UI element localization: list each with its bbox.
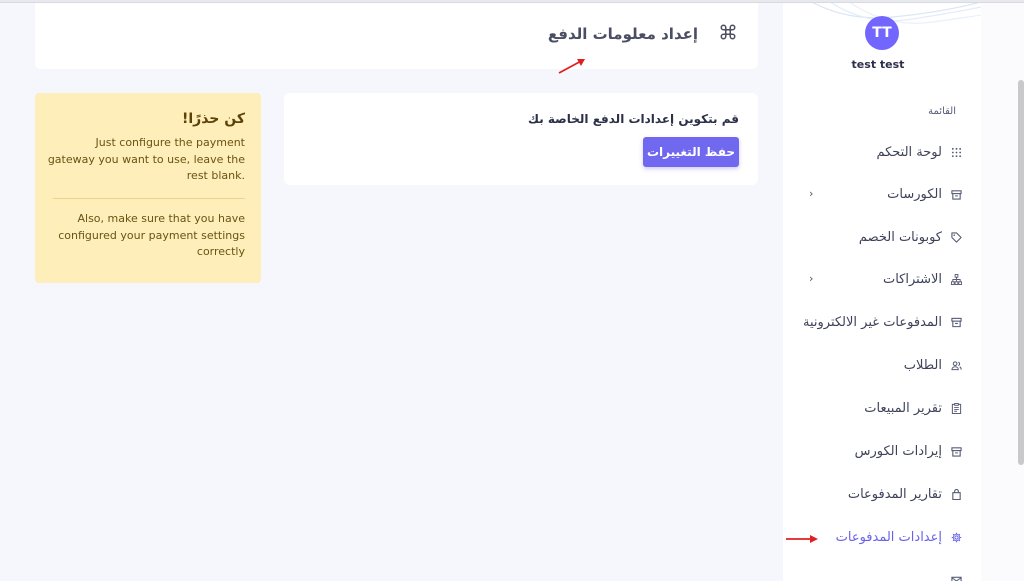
archive-icon: [950, 316, 962, 328]
gear-icon: [950, 531, 962, 543]
sidebar-item-label: إيرادات الكورس: [854, 443, 942, 459]
tag-icon: [950, 231, 962, 243]
sidebar-item-course-revenue[interactable]: إيرادات الكورس: [783, 436, 981, 466]
user-name: test test: [851, 58, 905, 71]
warning-text-1: Just configure the payment gateway you w…: [47, 136, 245, 182]
warning-card: كن حذرًا! Just configure the payment gat…: [35, 93, 261, 283]
sidebar-item-messages-partial[interactable]: [783, 565, 981, 581]
mail-icon: [950, 574, 962, 581]
menu-header: القائمة: [928, 106, 956, 117]
warning-text-2: Also, make sure that you have configured…: [58, 212, 245, 258]
sidebar-item-label: كوبونات الخصم: [858, 229, 942, 245]
clipboard-icon: [950, 402, 962, 414]
sidebar-item-offline-payments[interactable]: المدفوعات غير الالكترونية: [783, 307, 981, 337]
scrollbar-thumb[interactable]: [1018, 80, 1024, 465]
command-icon: [720, 24, 736, 40]
sidebar-item-label: الاشتراكات: [882, 271, 942, 287]
sidebar-item-subscriptions[interactable]: › الاشتراكات: [783, 264, 981, 294]
sidebar-item-label: الكورسات: [887, 186, 942, 202]
sidebar-item-dashboard[interactable]: لوحة التحكم: [783, 137, 981, 167]
users-icon: [950, 359, 962, 371]
sidebar-item-label: المدفوعات غير الالكترونية: [802, 314, 942, 330]
sidebar-item-sales-report[interactable]: تقرير المبيعات: [783, 393, 981, 423]
page-header-card: إعداد معلومات الدفع: [35, 3, 758, 69]
avatar[interactable]: TT: [865, 16, 899, 50]
sidebar: TT test test القائمة لوحة التحكم › الكور…: [783, 3, 981, 581]
save-changes-button[interactable]: حفظ التغييرات: [643, 137, 739, 167]
sidebar-item-coupons[interactable]: كوبونات الخصم: [783, 222, 981, 252]
sidebar-item-label: تقارير المدفوعات: [847, 486, 942, 502]
sidebar-item-payment-reports[interactable]: تقارير المدفوعات: [783, 479, 981, 509]
grid-icon: [950, 146, 962, 158]
sitemap-icon: [950, 273, 962, 285]
instruction-text: قم بتكوين إعدادات الدفع الخاصة بك: [528, 112, 739, 126]
payment-settings-card: قم بتكوين إعدادات الدفع الخاصة بك حفظ ال…: [284, 93, 758, 185]
sidebar-item-label: إعدادات المدفوعات: [835, 529, 942, 545]
warning-title: كن حذرًا!: [181, 111, 245, 127]
sidebar-item-label: لوحة التحكم: [876, 144, 942, 160]
page-title: إعداد معلومات الدفع: [547, 25, 698, 43]
sidebar-item-label: الطلاب: [903, 357, 942, 373]
annotation-arrow-sidebar: [786, 535, 818, 543]
warning-divider: [53, 198, 245, 199]
annotation-arrow-title: [558, 59, 585, 74]
chevron-right-icon: ›: [809, 272, 814, 285]
chevron-right-icon: ›: [809, 187, 814, 200]
sidebar-item-courses[interactable]: › الكورسات: [783, 179, 981, 209]
sidebar-item-label: تقرير المبيعات: [864, 400, 942, 416]
box-icon: [950, 445, 962, 457]
sidebar-item-students[interactable]: الطلاب: [783, 350, 981, 380]
box-icon: [950, 188, 962, 200]
bag-icon: [950, 488, 962, 500]
